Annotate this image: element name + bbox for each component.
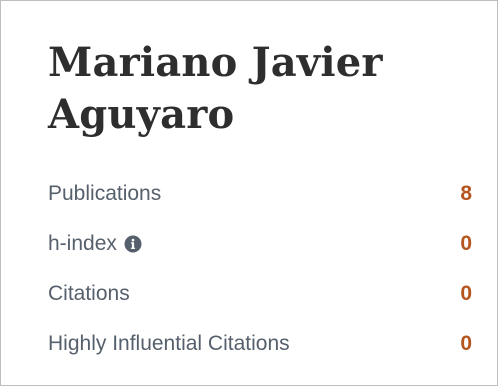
stat-value-citations: 0 [460, 282, 472, 305]
stat-value-h-index: 0 [460, 232, 472, 255]
stat-value-highly-influential-citations: 0 [460, 332, 472, 355]
stat-label-citations: Citations [48, 282, 130, 305]
author-card: Mariano Javier Aguyaro Publications 8 h-… [0, 0, 498, 386]
info-icon[interactable] [124, 235, 142, 253]
stat-label-publications: Publications [48, 182, 162, 205]
author-stats: Publications 8 h-index 0 Citations 0 Hig… [48, 169, 473, 369]
stat-label-h-index: h-index [48, 232, 117, 255]
stat-value-publications: 8 [460, 182, 472, 205]
stat-label-wrap: Highly Influential Citations [48, 332, 290, 356]
stat-row-h-index: h-index 0 [48, 219, 473, 269]
stat-label-wrap: Publications [48, 182, 161, 206]
stat-label-wrap: Citations [48, 282, 130, 306]
stat-label-wrap: h-index [48, 232, 142, 256]
stat-row-publications: Publications 8 [48, 169, 473, 219]
stat-label-highly-influential-citations: Highly Influential Citations [48, 332, 290, 355]
stat-row-citations: Citations 0 [48, 269, 473, 319]
stat-row-highly-influential-citations: Highly Influential Citations 0 [48, 319, 473, 369]
author-name: Mariano Javier Aguyaro [48, 39, 383, 138]
